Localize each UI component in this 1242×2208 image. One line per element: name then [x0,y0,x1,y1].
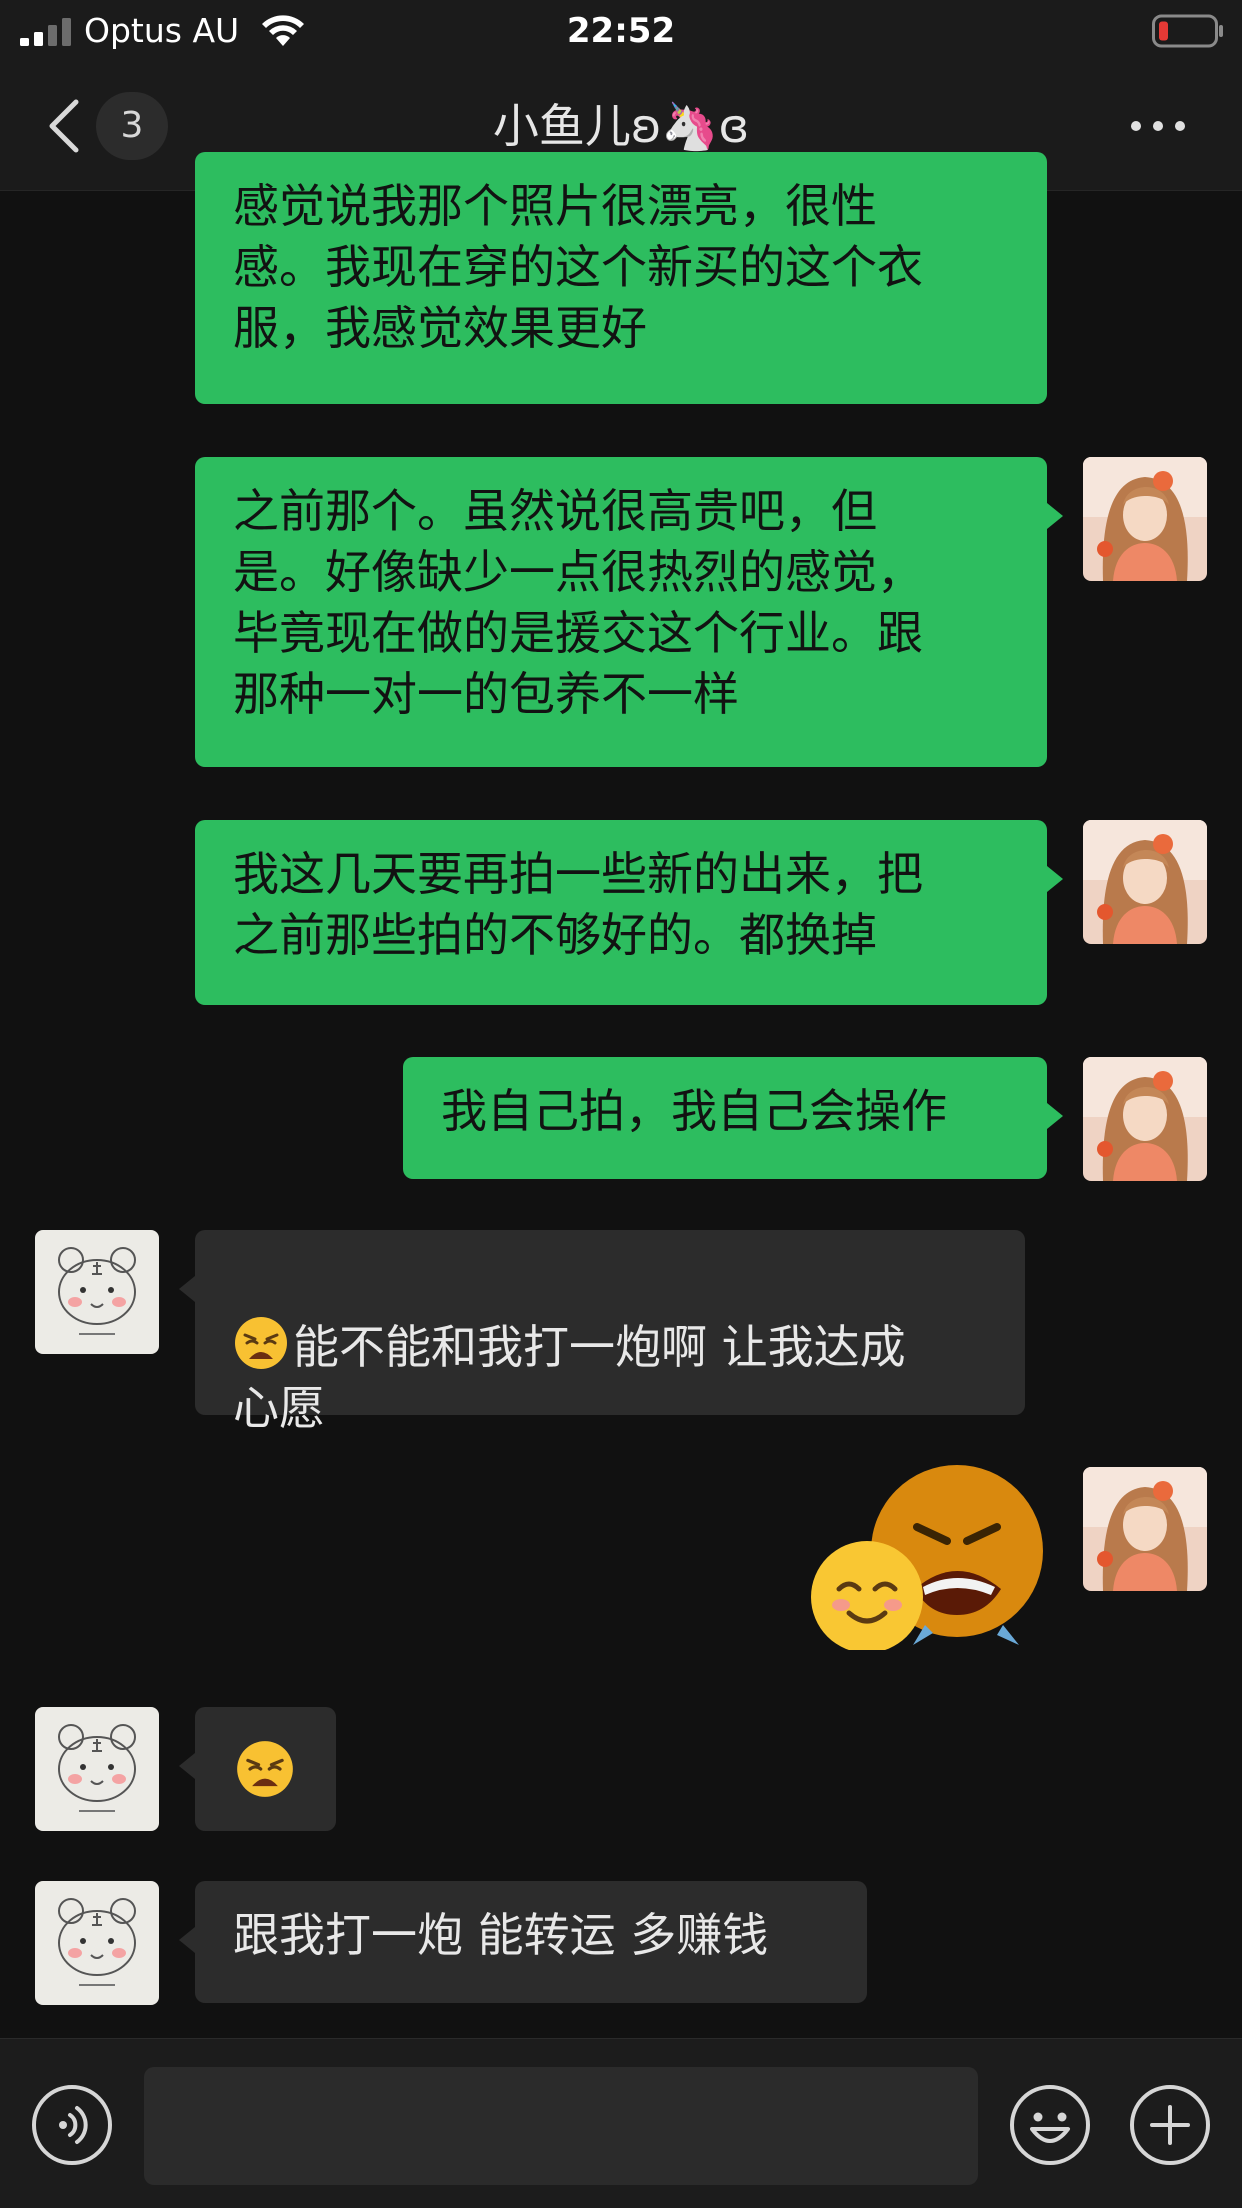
weary-face-icon [235,1317,287,1369]
message-input-bar [0,2038,1242,2208]
more-options-icon[interactable] [1126,106,1190,146]
bubble-tail [179,1276,195,1302]
bubble-tail [1047,866,1063,892]
weary-face-icon [237,1741,293,1797]
chat-title: 小鱼儿ʚ🦄ɞ [492,99,750,153]
self-avatar[interactable] [1083,1057,1207,1181]
message-bubble-incoming[interactable]: 跟我打一炮 能转运 多赚钱 [195,1881,867,2003]
contact-avatar[interactable] [35,1881,159,2005]
self-avatar[interactable] [1083,457,1207,581]
carrier-name: Optus AU [84,11,240,50]
message-bubble-incoming[interactable] [195,1707,336,1831]
message-bubble-outgoing[interactable]: 我这几天要再拍一些新的出来，把 之前那些拍的不够好的。都换掉 [195,820,1047,1005]
message-bubble-outgoing[interactable]: 感觉说我那个照片很漂亮，很性 感。我现在穿的这个新买的这个衣 服，我感觉效果更好 [195,152,1047,404]
status-bar: Optus AU 22:52 [0,0,1242,62]
message-bubble-outgoing[interactable]: 之前那个。虽然说很高贵吧，但 是。好像缺少一点很热烈的感觉， 毕竟现在做的是援交… [195,457,1047,767]
bubble-tail [179,1753,195,1779]
bubble-tail [1047,1103,1063,1129]
chat-screen: Optus AU 22:52 3 小鱼儿ʚ🦄ɞ 感觉说我那个照片很漂亮，很性 感… [0,0,1242,2208]
message-text: 能不能和我打一炮啊 让我达成 心愿 [233,1320,906,1435]
back-chevron-icon[interactable] [40,96,90,156]
status-time: 22:52 [566,11,676,51]
unread-count-badge[interactable]: 3 [96,92,168,160]
contact-avatar[interactable] [35,1707,159,1831]
emoji-picker-icon[interactable] [1008,2083,1092,2167]
battery-icon [1152,14,1223,48]
cellular-signal-icon [20,18,71,46]
angry-and-smiling-emoji-sticker[interactable] [805,1465,1050,1650]
message-bubble-incoming[interactable]: 能不能和我打一炮啊 让我达成 心愿 [195,1230,1025,1435]
voice-input-icon[interactable] [30,2083,114,2167]
message-text-input[interactable] [144,2067,978,2185]
self-avatar[interactable] [1083,1467,1207,1591]
bubble-tail [1047,503,1063,529]
bubble-tail [179,1927,195,1953]
self-avatar[interactable] [1083,820,1207,944]
wifi-icon [262,15,304,46]
message-bubble-outgoing[interactable]: 我自己拍，我自己会操作 [403,1057,1047,1179]
contact-avatar[interactable] [35,1230,159,1354]
add-attachment-icon[interactable] [1128,2083,1212,2167]
